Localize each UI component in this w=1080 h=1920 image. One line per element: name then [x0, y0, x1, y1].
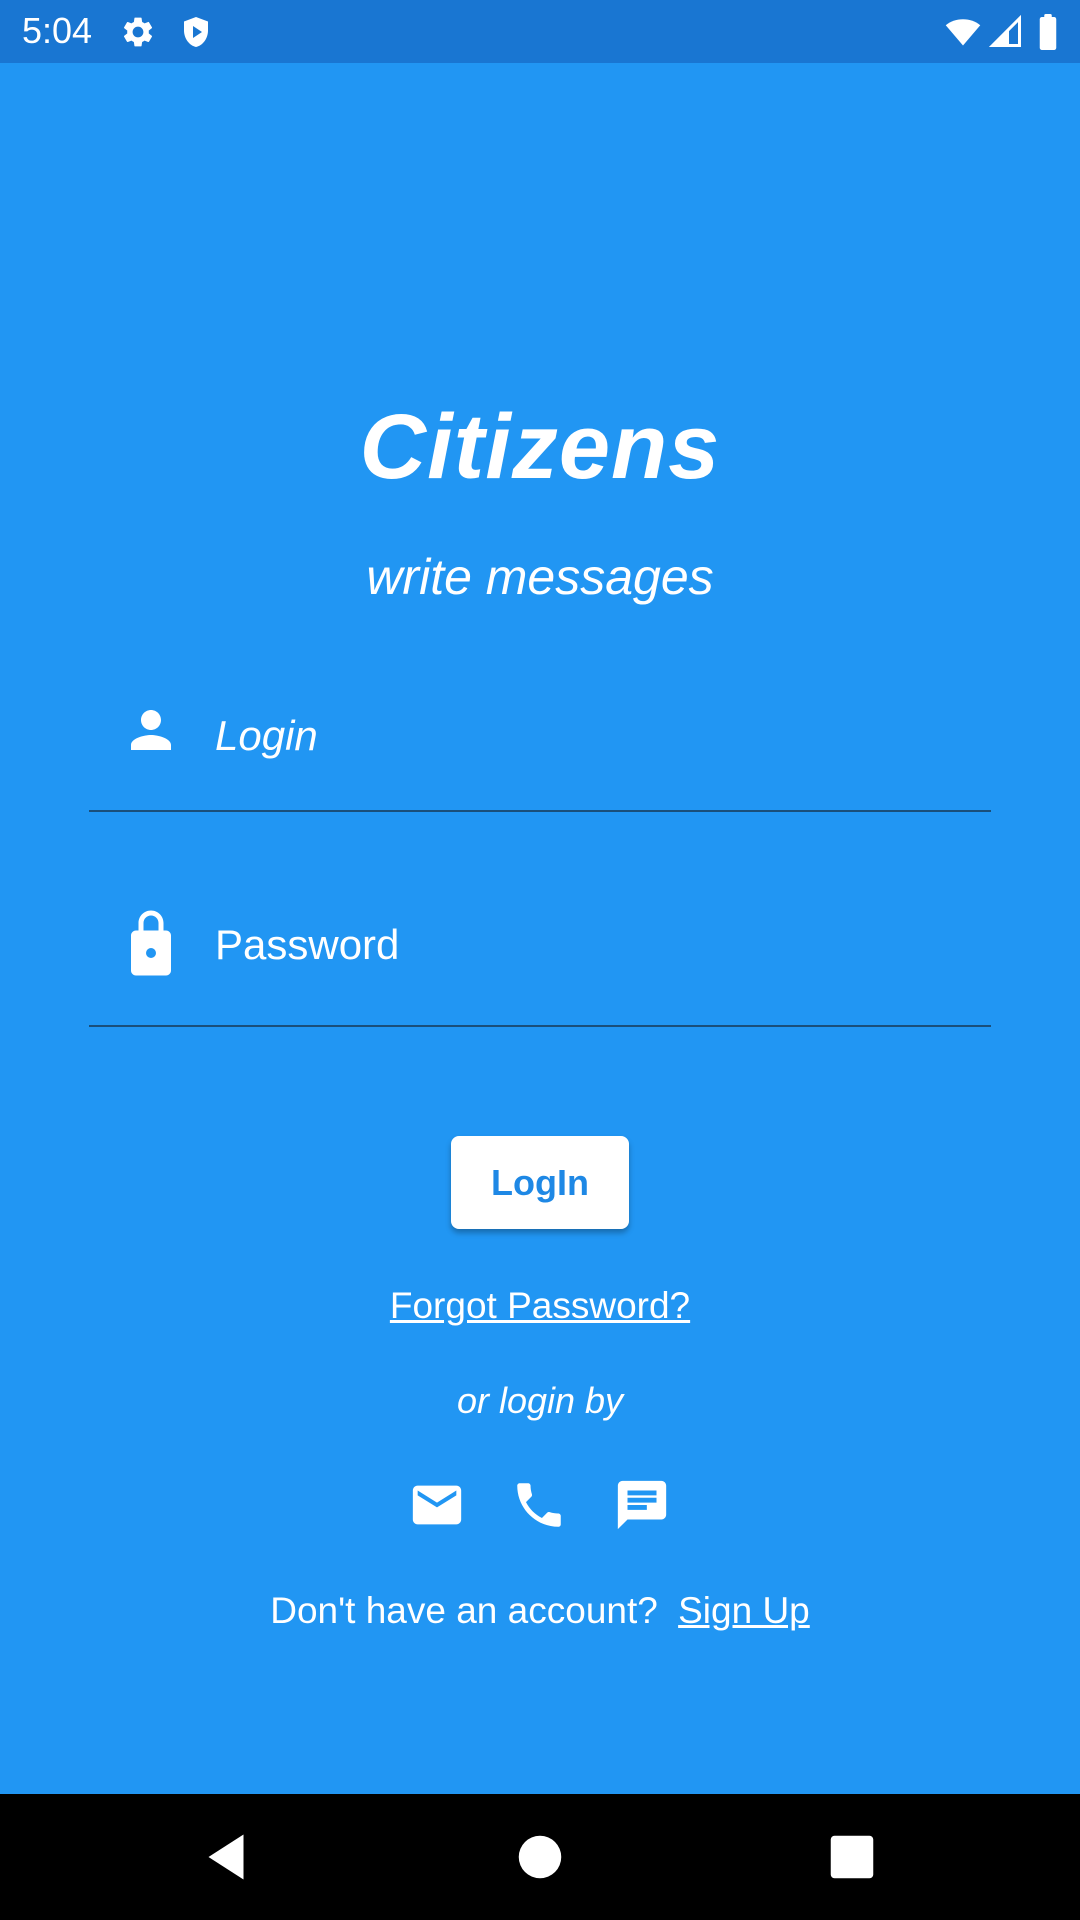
- password-input[interactable]: [215, 907, 975, 983]
- shield-play-icon: [178, 14, 214, 50]
- back-icon[interactable]: [196, 1827, 256, 1887]
- person-icon: [121, 700, 181, 760]
- signup-row: Don't have an account? Sign Up: [0, 1588, 1080, 1634]
- no-account-label: Don't have an account?: [270, 1590, 658, 1631]
- forgot-password-text[interactable]: Forgot Password?: [390, 1285, 690, 1326]
- login-field[interactable]: [89, 690, 991, 812]
- status-bar: 5:04: [0, 0, 1080, 63]
- status-time: 5:04: [22, 10, 93, 51]
- home-icon[interactable]: [510, 1827, 570, 1887]
- navigation-bar: [0, 1794, 1080, 1920]
- or-login-by-label: or login by: [456, 1380, 624, 1421]
- login-button[interactable]: LogIn: [451, 1136, 629, 1229]
- lock-icon: [121, 905, 181, 981]
- app-subtitle: write messages: [366, 549, 714, 605]
- sign-up-link[interactable]: Sign Up: [678, 1590, 810, 1631]
- alt-login-methods: [0, 1476, 1080, 1536]
- login-screen: 5:04 Citizens write messages LogIn: [0, 0, 1080, 1920]
- signal-icon: [988, 14, 1024, 50]
- gear-icon: [120, 14, 156, 50]
- app-title: Citizens: [359, 396, 721, 498]
- forgot-password-link: Forgot Password?: [0, 1283, 1080, 1329]
- wifi-icon: [942, 14, 984, 50]
- email-icon[interactable]: [408, 1476, 466, 1534]
- message-icon[interactable]: [613, 1476, 671, 1534]
- password-field[interactable]: [89, 905, 991, 1027]
- battery-icon: [1036, 14, 1060, 50]
- phone-icon[interactable]: [510, 1476, 568, 1534]
- login-input[interactable]: [215, 698, 975, 774]
- recents-icon[interactable]: [822, 1827, 882, 1887]
